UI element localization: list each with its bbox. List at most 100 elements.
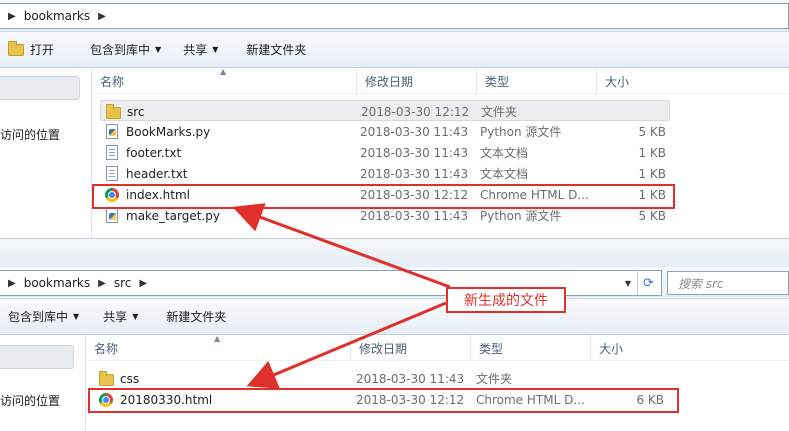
include-in-library-label: 包含到库中	[90, 43, 151, 57]
file-name-cell: BookMarks.py	[104, 121, 210, 142]
column-modified[interactable]: 修改日期	[350, 335, 470, 361]
sort-ascending-icon: ▲	[220, 67, 227, 76]
chevron-down-icon: ▼	[212, 45, 219, 54]
new-folder-button[interactable]: 新建文件夹	[158, 305, 234, 329]
file-row-src[interactable]: src 2018-03-30 12:12 文件夹	[100, 100, 670, 121]
breadcrumb[interactable]: ▶ bookmarks ▶	[0, 3, 789, 29]
column-name-label: 名称	[94, 341, 119, 356]
sort-ascending-icon: ▲	[214, 334, 221, 343]
file-row-header-txt[interactable]: header.txt 2018-03-30 11:43 文本文档 1 KB	[100, 163, 670, 184]
column-type-label: 类型	[485, 74, 510, 89]
column-modified[interactable]: 修改日期	[356, 68, 476, 94]
column-header-row: 名称 ▲ 修改日期 类型 大小	[86, 334, 789, 361]
file-name: header.txt	[126, 166, 188, 181]
column-modified-label: 修改日期	[365, 74, 414, 89]
breadcrumb-separator-icon[interactable]: ▶	[94, 278, 110, 289]
column-size-label: 大小	[599, 341, 624, 356]
file-name-cell: src	[105, 101, 145, 122]
include-in-library-button[interactable]: 包含到库中 ▼	[0, 305, 87, 329]
column-modified-label: 修改日期	[359, 341, 408, 356]
new-folder-label: 新建文件夹	[246, 43, 307, 57]
breadcrumb-separator-icon[interactable]: ▶	[94, 11, 110, 22]
file-type: 文本文档	[480, 167, 529, 181]
file-modified: 2018-03-30 11:43	[360, 124, 469, 139]
annotation-label: 新生成的文件	[446, 287, 566, 313]
file-name: footer.txt	[126, 145, 182, 160]
breadcrumb-item-src[interactable]: src	[110, 276, 136, 290]
open-button[interactable]: 打开	[0, 38, 62, 62]
chevron-down-icon: ▼	[155, 45, 162, 54]
highlight-box-generated-html	[88, 388, 679, 413]
chevron-down-icon: ▼	[73, 312, 80, 321]
address-bar: ▶ bookmarks ▶	[0, 0, 789, 32]
chevron-down-icon: ▼	[132, 312, 139, 321]
address-bar: ▶ bookmarks ▶ src ▶ ▼ ⟳ 搜索 src	[0, 267, 789, 299]
column-name[interactable]: 名称 ▲	[86, 334, 350, 361]
file-type: 文件夹	[476, 372, 513, 386]
nav-item-recent-places[interactable]: 访问的位置	[0, 392, 60, 409]
breadcrumb-separator-icon[interactable]: ▶	[135, 278, 151, 289]
file-modified: 2018-03-30 11:43	[360, 166, 469, 181]
python-file-icon	[104, 124, 120, 140]
file-size: 1 KB	[638, 145, 666, 160]
nav-selected-item[interactable]	[0, 76, 80, 100]
file-row-css[interactable]: css 2018-03-30 11:43 文件夹	[94, 368, 664, 389]
text-file-icon	[104, 166, 120, 182]
file-type: 文本文档	[480, 146, 529, 160]
file-size: 5 KB	[638, 124, 666, 139]
file-type: 文件夹	[481, 105, 518, 119]
search-input[interactable]: 搜索 src	[667, 271, 789, 295]
new-folder-label: 新建文件夹	[166, 310, 227, 324]
column-size[interactable]: 大小	[596, 68, 676, 94]
file-list: 名称 ▲ 修改日期 类型 大小 css 2018-03-30 11:43 文件夹	[86, 334, 789, 431]
address-history-chevron-icon[interactable]: ▼	[621, 271, 635, 295]
command-toolbar: 包含到库中 ▼ 共享 ▼ 新建文件夹	[0, 299, 789, 335]
column-type[interactable]: 类型	[470, 335, 590, 361]
column-size-label: 大小	[605, 74, 630, 89]
share-button[interactable]: 共享 ▼	[95, 305, 146, 329]
text-file-icon	[104, 145, 120, 161]
share-label: 共享	[183, 43, 208, 57]
navigation-pane: 访问的位置	[0, 335, 86, 431]
file-name-cell: footer.txt	[104, 142, 181, 163]
column-header-row: 名称 ▲ 修改日期 类型 大小	[92, 67, 789, 94]
file-type: Python 源文件	[480, 125, 562, 139]
file-name: make_target.py	[126, 208, 220, 223]
file-name-cell: css	[98, 368, 139, 389]
file-modified: 2018-03-30 11:43	[356, 371, 465, 386]
share-button[interactable]: 共享 ▼	[175, 38, 226, 62]
column-type-label: 类型	[479, 341, 504, 356]
breadcrumb-item-bookmarks[interactable]: bookmarks	[20, 276, 94, 290]
file-name-cell: header.txt	[104, 163, 188, 184]
nav-selected-item[interactable]	[0, 345, 74, 369]
file-name: css	[120, 371, 140, 386]
folder-icon	[105, 103, 121, 120]
new-folder-button[interactable]: 新建文件夹	[238, 38, 314, 62]
column-type[interactable]: 类型	[476, 68, 596, 94]
include-in-library-button[interactable]: 包含到库中 ▼	[82, 38, 169, 62]
file-size: 1 KB	[638, 166, 666, 181]
open-button-label: 打开	[30, 43, 55, 57]
column-name[interactable]: 名称 ▲	[92, 67, 356, 94]
command-toolbar: 打开 包含到库中 ▼ 共享 ▼ 新建文件夹	[0, 32, 789, 68]
file-name: BookMarks.py	[126, 124, 211, 139]
file-modified: 2018-03-30 11:43	[360, 145, 469, 160]
breadcrumb-separator-icon[interactable]: ▶	[4, 278, 20, 289]
folder-icon	[98, 370, 114, 387]
refresh-icon[interactable]: ⟳	[637, 271, 659, 295]
column-size[interactable]: 大小	[590, 335, 670, 361]
nav-item-recent-places[interactable]: 访问的位置	[0, 126, 60, 143]
breadcrumb-separator-icon[interactable]: ▶	[4, 11, 20, 22]
python-file-icon	[104, 208, 120, 224]
file-row-footer-txt[interactable]: footer.txt 2018-03-30 11:43 文本文档 1 KB	[100, 142, 670, 163]
open-folder-icon	[8, 40, 24, 56]
highlight-box-index-html	[92, 184, 675, 209]
share-label: 共享	[103, 310, 128, 324]
column-name-label: 名称	[100, 74, 125, 89]
include-in-library-label: 包含到库中	[8, 310, 69, 324]
file-list: 名称 ▲ 修改日期 类型 大小 src 2018-03-30 12:12 文件夹	[92, 67, 789, 238]
file-row-bookmarks-py[interactable]: BookMarks.py 2018-03-30 11:43 Python 源文件…	[100, 121, 670, 142]
navigation-pane: 访问的位置	[0, 68, 92, 238]
file-name: src	[127, 104, 145, 119]
breadcrumb-item-bookmarks[interactable]: bookmarks	[20, 9, 94, 23]
